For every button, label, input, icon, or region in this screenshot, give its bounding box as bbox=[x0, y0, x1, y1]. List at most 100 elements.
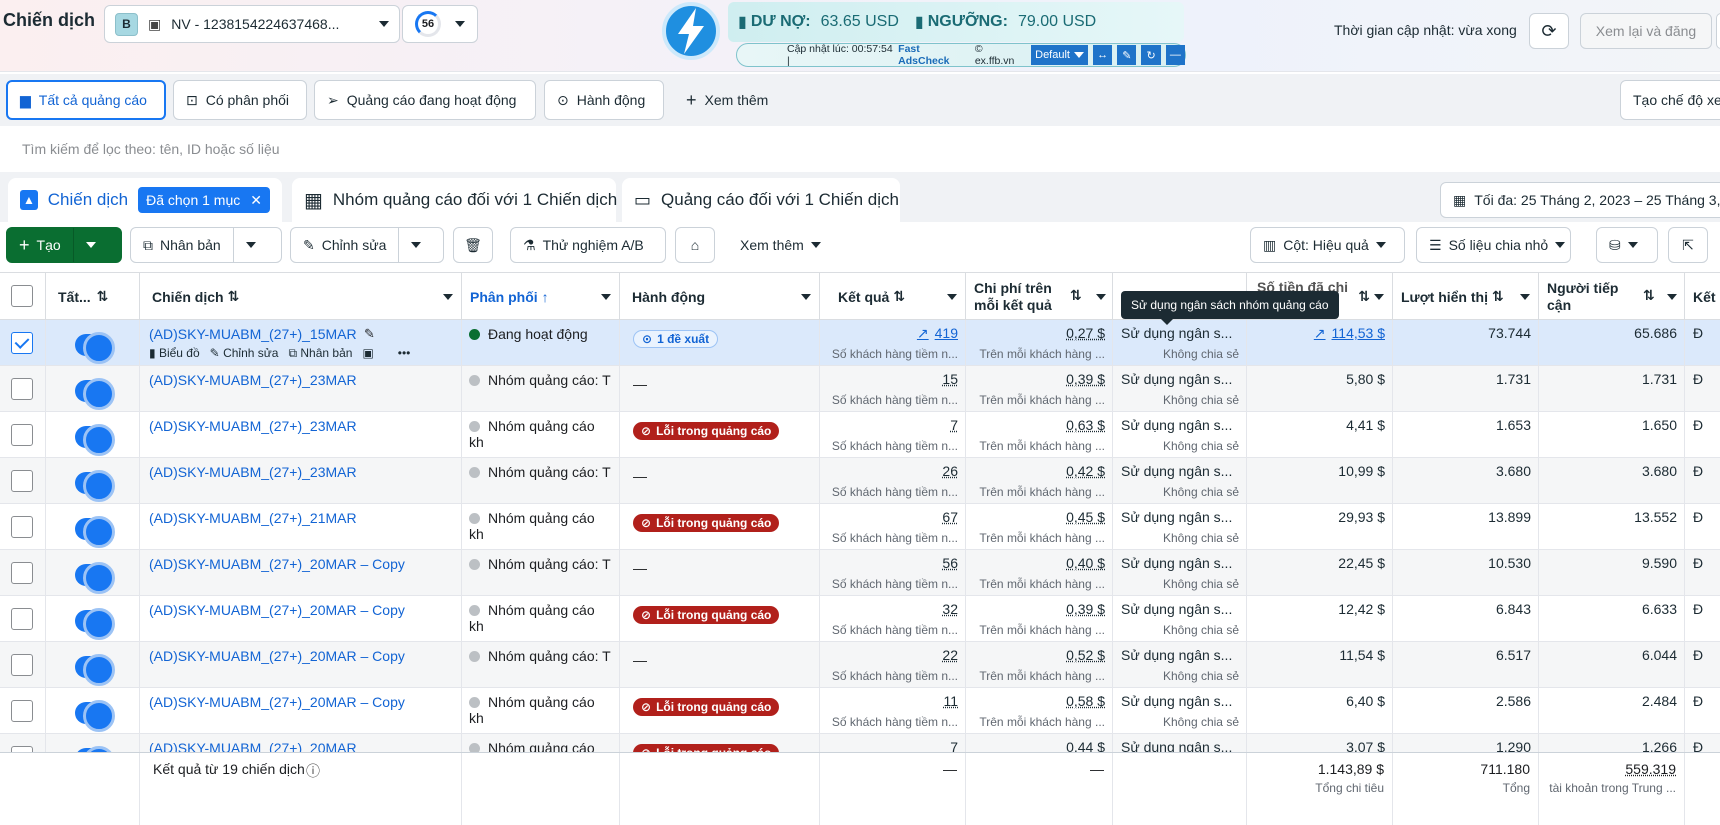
selected-chip[interactable]: Đã chọn 1 mục ✕ bbox=[138, 187, 270, 213]
row-checkbox[interactable] bbox=[11, 516, 33, 538]
on-off-toggle[interactable] bbox=[75, 516, 115, 548]
campaign-name-link[interactable]: (AD)SKY-MUABM_(27+)_15MAR bbox=[149, 326, 357, 342]
sort-icon[interactable]: ⇅ bbox=[1492, 288, 1504, 305]
tab-ads[interactable]: ▭ Quảng cáo đối với 1 Chiến dịch bbox=[622, 178, 900, 222]
create-button[interactable]: + Tạo bbox=[7, 228, 73, 262]
date-range-picker[interactable]: ▦ Tối đa: 25 Tháng 2, 2023 – 25 Tháng 3, … bbox=[1440, 182, 1720, 218]
amount-spent-value[interactable]: ↗ 114,53 $ bbox=[1314, 325, 1385, 342]
chevron-down-icon[interactable] bbox=[1520, 293, 1530, 300]
chevron-down-icon[interactable] bbox=[1667, 294, 1677, 300]
campaign-name-link[interactable]: (AD)SKY-MUABM_(27+)_20MAR – Copy bbox=[149, 556, 405, 572]
more-button-clipped[interactable] bbox=[1716, 13, 1720, 49]
close-icon[interactable]: ✕ bbox=[250, 192, 262, 209]
filter-all-ads[interactable]: ▆ Tất cả quảng cáo bbox=[6, 80, 166, 120]
chevron-down-icon[interactable] bbox=[1096, 294, 1106, 300]
expand-icon[interactable]: ↔ bbox=[1092, 45, 1113, 65]
on-off-toggle[interactable] bbox=[75, 700, 115, 732]
result-value[interactable]: 7 bbox=[950, 417, 958, 433]
error-badge[interactable]: ⊘ Lỗi trong quảng cáo bbox=[633, 606, 780, 624]
col-delivery[interactable]: Phân phối ↑ bbox=[462, 273, 620, 320]
result-value[interactable]: 32 bbox=[942, 601, 958, 617]
col-campaign[interactable]: Chiến dịch ⇅ bbox=[140, 273, 462, 320]
edit-icon[interactable]: ✎ bbox=[1117, 45, 1137, 65]
row-checkbox[interactable] bbox=[11, 424, 33, 446]
on-off-toggle[interactable] bbox=[75, 378, 115, 410]
campaign-name-link[interactable]: (AD)SKY-MUABM_(27+)_23MAR bbox=[149, 372, 357, 388]
chevron-down-icon[interactable] bbox=[947, 293, 957, 300]
mode-select[interactable]: Default bbox=[1031, 45, 1088, 65]
chart-link[interactable]: ▮ Biểu đồ bbox=[149, 346, 200, 361]
table-row[interactable]: (AD)SKY-MUABM_(27+)_23MAR Nhóm quảng cáo:… bbox=[0, 366, 1720, 412]
campaign-name-link[interactable]: (AD)SKY-MUABM_(27+)_21MAR bbox=[149, 510, 357, 526]
table-row[interactable]: (AD)SKY-MUABM_(27+)_20MAR – Copy Nhóm quả… bbox=[0, 550, 1720, 596]
chevron-down-icon[interactable] bbox=[443, 293, 453, 300]
duplicate-link[interactable]: ⧉ Nhân bản bbox=[288, 346, 352, 361]
tab-campaigns[interactable]: ▲ Chiến dịch Đã chọn 1 mục ✕ bbox=[8, 178, 282, 222]
on-off-toggle[interactable] bbox=[75, 332, 115, 364]
suggestion-badge[interactable]: ⊙ 1 đề xuất bbox=[633, 330, 719, 348]
sort-icon[interactable]: ⇅ bbox=[1358, 288, 1370, 305]
info-icon[interactable]: ⓘ bbox=[306, 761, 320, 781]
result-value[interactable]: 22 bbox=[942, 647, 958, 663]
col-impressions[interactable]: Lượt hiển thị ⇅ bbox=[1393, 273, 1539, 320]
row-checkbox[interactable] bbox=[11, 700, 33, 722]
col-results[interactable]: Kết quả ⇅ bbox=[820, 273, 966, 320]
campaign-name-link[interactable]: (AD)SKY-MUABM_(27+)_20MAR – Copy bbox=[149, 694, 405, 710]
on-off-toggle[interactable] bbox=[75, 470, 115, 502]
col-onoff[interactable]: Tất... ⇅ bbox=[46, 273, 140, 320]
ab-test-button[interactable]: ⚗ Thử nghiệm A/B bbox=[510, 227, 666, 263]
filter-actions[interactable]: ⊙ Hành động bbox=[544, 80, 664, 120]
reports-button[interactable]: ⛁ bbox=[1596, 227, 1658, 263]
result-value[interactable]: 26 bbox=[942, 463, 958, 479]
error-badge[interactable]: ⊘ Lỗi trong quảng cáo bbox=[633, 514, 780, 532]
table-row[interactable]: (AD)SKY-MUABM_(27+)_21MAR Nhóm quảng cáo … bbox=[0, 504, 1720, 550]
filter-delivering[interactable]: ⊡ Có phân phối bbox=[173, 80, 307, 120]
error-badge[interactable]: ⊘ Lỗi trong quảng cáo bbox=[633, 698, 780, 716]
result-value[interactable]: 67 bbox=[942, 509, 958, 525]
campaign-name-link[interactable]: (AD)SKY-MUABM_(27+)_20MAR – Copy bbox=[149, 602, 405, 618]
refresh-button[interactable]: ⟳ bbox=[1529, 13, 1569, 49]
duplicate-dropdown[interactable] bbox=[232, 228, 268, 262]
create-dropdown[interactable] bbox=[72, 228, 108, 262]
more-icon[interactable]: ••• bbox=[398, 346, 411, 361]
chevron-down-icon[interactable] bbox=[1374, 293, 1384, 300]
filter-active-ads[interactable]: ➢ Quảng cáo đang hoạt động bbox=[314, 80, 536, 120]
chevron-down-icon[interactable] bbox=[801, 293, 811, 300]
col-actions[interactable]: Hành động bbox=[620, 273, 820, 320]
toolbar-more-button[interactable]: Xem thêm bbox=[728, 227, 828, 263]
on-off-toggle[interactable] bbox=[75, 424, 115, 456]
col-cost-per-result[interactable]: Chi phí trên mỗi kết quả ⇅ bbox=[966, 273, 1113, 320]
row-checkbox[interactable] bbox=[11, 332, 33, 354]
row-checkbox[interactable] bbox=[11, 608, 33, 630]
table-row[interactable]: (AD)SKY-MUABM_(27+)_15MAR ✎ ▮ Biểu đồ ✎ Chỉ… bbox=[0, 320, 1720, 366]
row-checkbox[interactable] bbox=[11, 562, 33, 584]
result-value[interactable]: ↗ 419 bbox=[917, 325, 958, 342]
on-off-toggle[interactable] bbox=[75, 654, 115, 686]
table-row[interactable]: (AD)SKY-MUABM_(27+)_23MAR Nhóm quảng cáo:… bbox=[0, 458, 1720, 504]
export-button[interactable]: ⇱ bbox=[1668, 227, 1708, 263]
table-row[interactable]: (AD)SKY-MUABM_(27+)_20MAR – Copy Nhóm quả… bbox=[0, 596, 1720, 642]
campaign-name-link[interactable]: (AD)SKY-MUABM_(27+)_23MAR bbox=[149, 418, 357, 434]
search-input[interactable]: Tìm kiếm để lọc theo: tên, ID hoặc số li… bbox=[8, 131, 1720, 167]
row-checkbox[interactable] bbox=[11, 378, 33, 400]
campaign-name-link[interactable]: (AD)SKY-MUABM_(27+)_20MAR – Copy bbox=[149, 648, 405, 664]
edit-dropdown[interactable] bbox=[398, 228, 433, 262]
tag-button[interactable]: ⌂ bbox=[675, 227, 715, 263]
error-badge[interactable]: ⊘ Lỗi trong quảng cáo bbox=[633, 422, 780, 440]
columns-button[interactable]: ▥ Cột: Hiệu quả bbox=[1250, 227, 1405, 263]
edit-link[interactable]: ✎ Chỉnh sửa bbox=[210, 346, 279, 361]
create-view-button[interactable]: Tạo chế độ xe bbox=[1620, 80, 1720, 120]
table-row[interactable]: (AD)SKY-MUABM_(27+)_20MAR – Copy Nhóm quả… bbox=[0, 642, 1720, 688]
result-value[interactable]: 56 bbox=[942, 555, 958, 571]
account-selector[interactable]: B ▣ NV - 1238154224637468... bbox=[104, 5, 400, 43]
col-reach[interactable]: Người tiếp cận ⇅ bbox=[1539, 273, 1685, 320]
on-off-toggle[interactable] bbox=[75, 608, 115, 640]
result-value[interactable]: 11 bbox=[943, 693, 958, 709]
campaign-name-link[interactable]: (AD)SKY-MUABM_(27+)_23MAR bbox=[149, 464, 357, 480]
table-row[interactable]: (AD)SKY-MUABM_(27+)_23MAR Nhóm quảng cáo … bbox=[0, 412, 1720, 458]
image-icon[interactable]: ▣ bbox=[362, 346, 373, 361]
sort-icon[interactable]: ⇅ bbox=[1070, 287, 1082, 304]
notification-counter[interactable]: 56 bbox=[402, 5, 478, 43]
sort-icon[interactable]: ⇅ bbox=[97, 288, 109, 305]
edit-button[interactable]: ✎ Chỉnh sửa bbox=[291, 228, 398, 262]
